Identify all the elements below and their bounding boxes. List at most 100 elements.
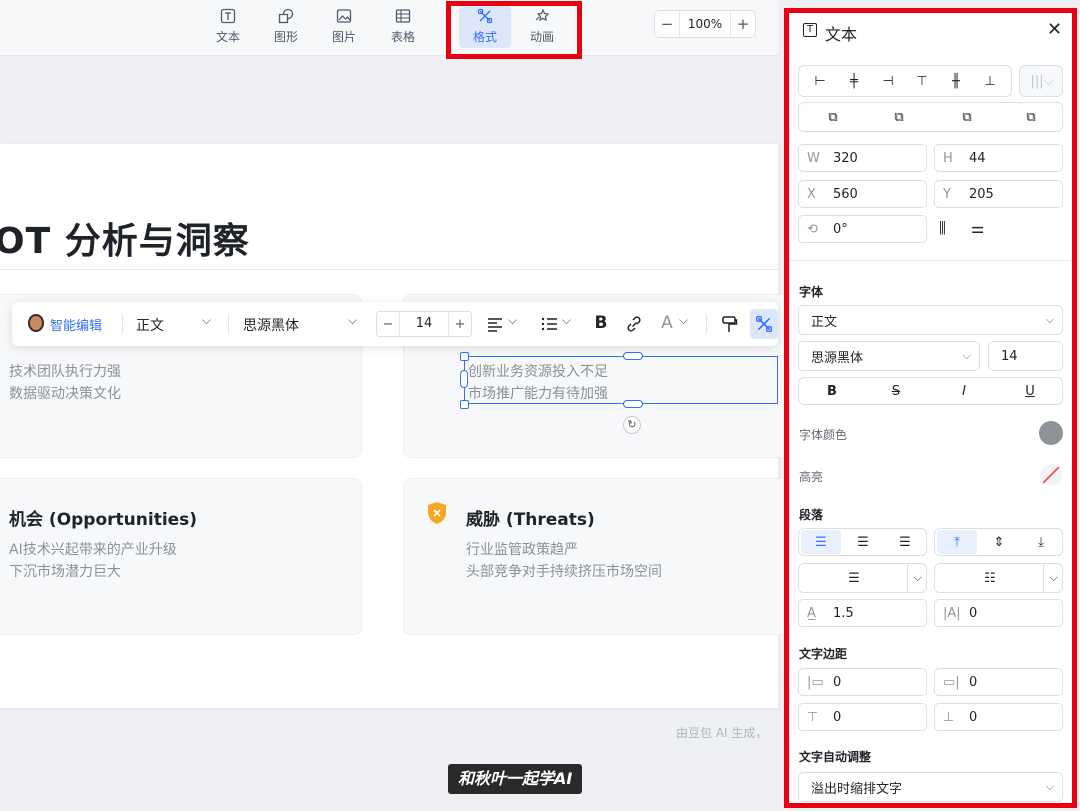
height-value: 44 xyxy=(969,150,986,166)
bold-button[interactable]: B xyxy=(809,378,855,404)
align-center-icon[interactable]: ☰ xyxy=(843,529,883,555)
margin-left-icon: |▭ xyxy=(807,674,824,690)
numbered-list-dropdown[interactable]: ☷ ⌵ xyxy=(934,563,1063,593)
margin-right-field[interactable]: ▭| 0 xyxy=(934,668,1063,696)
align-bottom-edge-icon[interactable]: ⊥ xyxy=(975,66,1005,96)
x-position-field[interactable]: X 560 xyxy=(798,180,927,208)
zoom-in-button[interactable]: + xyxy=(731,15,755,33)
text-icon xyxy=(220,8,236,24)
ai-avatar-icon xyxy=(28,314,44,332)
zoom-out-button[interactable]: − xyxy=(655,15,679,33)
rotate-handle-icon[interactable]: ↻ xyxy=(623,416,641,434)
paragraph-style-dropdown[interactable]: 正文 xyxy=(136,315,164,335)
list-icon[interactable] xyxy=(540,314,558,334)
resize-handle[interactable] xyxy=(623,400,643,408)
card-heading: 机会 (Opportunities) xyxy=(9,510,198,530)
align-right-icon[interactable]: ☰ xyxy=(885,529,925,555)
chevron-down-icon[interactable]: ⌵ xyxy=(348,313,357,328)
valign-middle-icon[interactable]: ⇕ xyxy=(979,529,1019,555)
rotation-field[interactable]: ⟲ 0° xyxy=(798,215,927,243)
close-icon[interactable]: ✕ xyxy=(1047,19,1062,40)
no-highlight-swatch-icon[interactable] xyxy=(1039,463,1063,487)
bring-to-front-icon[interactable]: ⧉ xyxy=(813,103,853,131)
align-left-icon[interactable]: ☰ xyxy=(801,530,841,554)
chevron-down-icon[interactable]: ⌵ xyxy=(202,313,211,328)
font-size-increase-button[interactable]: + xyxy=(449,317,471,332)
width-field[interactable]: W 320 xyxy=(798,144,927,172)
chevron-down-icon[interactable]: ⌵ xyxy=(508,313,517,328)
valign-top-icon[interactable]: ⤒ xyxy=(937,530,977,554)
align-center-h-icon[interactable]: ╪ xyxy=(839,66,869,96)
resize-handle[interactable] xyxy=(623,352,643,360)
font-color-swatch[interactable] xyxy=(1039,421,1063,445)
resize-handle[interactable] xyxy=(460,352,469,361)
align-middle-v-icon[interactable]: ╫ xyxy=(941,66,971,96)
paragraph-section-title: 段落 xyxy=(799,508,824,522)
margin-left-value: 0 xyxy=(833,674,842,690)
letter-spacing-field[interactable]: |A| 0 xyxy=(934,599,1063,627)
font-family-dropdown[interactable]: 思源黑体 xyxy=(243,315,299,335)
align-left-icon[interactable] xyxy=(486,314,504,334)
format-brush-icon xyxy=(756,316,772,332)
font-family-select[interactable]: 思源黑体 ⌵ xyxy=(798,341,980,371)
format-painter-icon[interactable] xyxy=(720,314,738,334)
margin-bottom-icon: ⊥ xyxy=(943,709,955,725)
tool-table-label: 表格 xyxy=(390,30,415,44)
italic-button[interactable]: I xyxy=(941,378,987,404)
line-spacing-field[interactable]: A̲ 1.5 xyxy=(798,599,927,627)
paragraph-style-select[interactable]: 正文 ⌵ xyxy=(798,305,1063,335)
resize-handle[interactable] xyxy=(460,400,469,409)
resize-handle[interactable] xyxy=(460,370,468,388)
margin-top-field[interactable]: ⊤ 0 xyxy=(798,703,927,731)
text-icon: T xyxy=(803,23,817,37)
chevron-down-icon: ⌵ xyxy=(1043,564,1063,592)
y-label: Y xyxy=(943,186,951,202)
slide-canvas[interactable]: OT 分析与洞察 技术团队执行力强 数据驱动决策文化 创新业务资源投入不足 市场… xyxy=(0,144,793,708)
margin-left-field[interactable]: |▭ 0 xyxy=(798,668,927,696)
chevron-down-icon: ⌵ xyxy=(962,349,971,362)
smart-edit-button[interactable]: 智能编辑 xyxy=(50,315,102,334)
autofit-select[interactable]: 溢出时缩排文字 ⌵ xyxy=(798,772,1063,802)
tool-table[interactable]: 表格 xyxy=(378,6,428,48)
tool-shapes[interactable]: 图形 xyxy=(261,6,311,48)
slide-title[interactable]: OT 分析与洞察 xyxy=(0,212,250,264)
y-position-field[interactable]: Y 205 xyxy=(934,180,1063,208)
font-size-field[interactable]: 14 xyxy=(988,341,1063,371)
zoom-value[interactable]: 100% xyxy=(679,11,731,37)
height-field[interactable]: H 44 xyxy=(934,144,1063,172)
margin-bottom-field[interactable]: ⊥ 0 xyxy=(934,703,1063,731)
card-threats[interactable]: 威胁 (Threats) 行业监管政策趋严 头部竞争对手持续挤压市场空间 xyxy=(403,478,793,635)
send-backward-icon[interactable]: ⧉ xyxy=(947,103,987,131)
letter-spacing-value: 0 xyxy=(969,605,978,621)
align-left-edge-icon[interactable]: ⊢ xyxy=(805,66,835,96)
flip-vertical-icon[interactable]: ⚌ xyxy=(971,219,984,237)
flip-horizontal-icon[interactable]: ⫼ xyxy=(939,219,946,237)
font-color-button[interactable]: A xyxy=(658,313,676,333)
chevron-down-icon[interactable]: ⌵ xyxy=(679,313,688,328)
text-selection-box[interactable] xyxy=(464,356,778,404)
link-icon[interactable] xyxy=(625,314,643,334)
format-panel-toggle[interactable] xyxy=(750,309,778,339)
valign-bottom-icon[interactable]: ⤓ xyxy=(1021,529,1061,555)
bold-button[interactable]: B xyxy=(592,313,610,333)
table-icon xyxy=(395,9,411,23)
align-right-edge-icon[interactable]: ⊣ xyxy=(873,66,903,96)
send-to-back-icon[interactable]: ⧉ xyxy=(1011,103,1051,131)
tool-image[interactable]: 图片 xyxy=(319,6,369,48)
font-size-input[interactable]: 14 xyxy=(399,312,449,336)
card-line: 头部竞争对手持续挤压市场空间 xyxy=(466,564,662,580)
bullet-list-dropdown[interactable]: ☰ ⌵ xyxy=(798,563,927,593)
card-opportunities[interactable]: 机会 (Opportunities) AI技术兴起带来的产业升级 下沉市场潜力巨… xyxy=(0,478,362,635)
align-top-edge-icon[interactable]: ⊤ xyxy=(907,66,937,96)
strikethrough-button[interactable]: S xyxy=(873,378,919,404)
margin-bottom-value: 0 xyxy=(969,709,978,725)
chevron-down-icon[interactable]: ⌵ xyxy=(562,313,571,328)
bring-forward-icon[interactable]: ⧉ xyxy=(879,103,919,131)
font-size-decrease-button[interactable]: − xyxy=(377,317,399,332)
rotation-value: 0° xyxy=(833,221,848,237)
annotation-highlight-box xyxy=(446,1,582,59)
tool-text[interactable]: 文本 xyxy=(203,6,253,48)
distribute-icon: |||⌵ xyxy=(1030,73,1054,89)
distribute-dropdown[interactable]: |||⌵ xyxy=(1019,65,1063,97)
underline-button[interactable]: U xyxy=(1007,378,1053,404)
